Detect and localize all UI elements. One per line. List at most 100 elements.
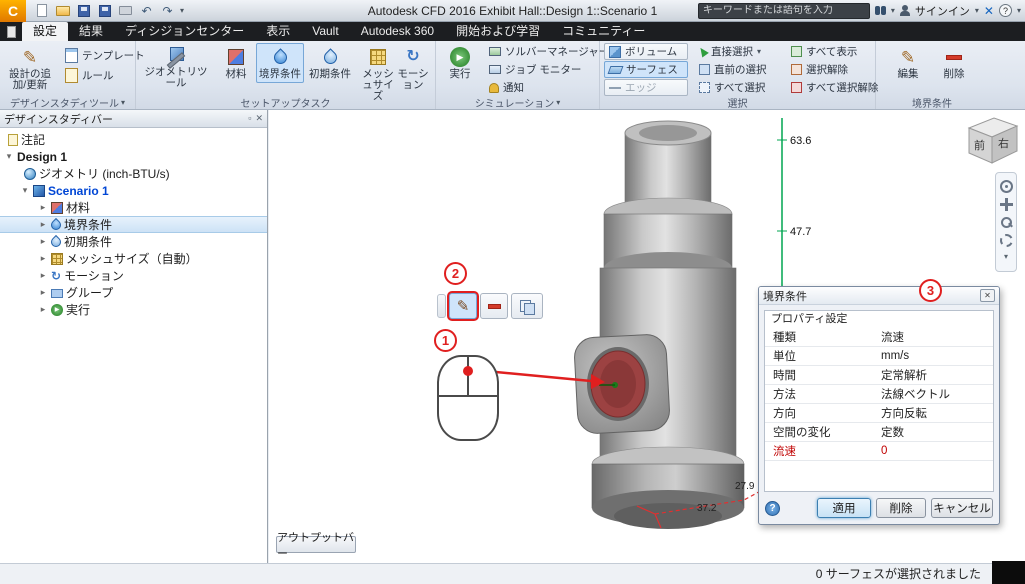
tree-item-materials[interactable]: ▸ 材料	[0, 199, 267, 216]
property-row-type[interactable]: 種類 流速	[765, 328, 993, 347]
panel-close-icon[interactable]: ✕	[255, 113, 263, 124]
direct-selection-button[interactable]: 直接選択 ▾	[694, 43, 766, 60]
qat-customize-icon[interactable]: ▾	[180, 6, 184, 15]
tree-item-scenario-1[interactable]: ▾ Scenario 1	[0, 182, 267, 199]
expander-icon[interactable]: ▸	[38, 202, 48, 213]
save-as-icon[interactable]	[96, 2, 113, 19]
tree-item-boundary-conditions[interactable]: ▸ 境界条件	[0, 216, 267, 233]
property-row-method[interactable]: 方法 法線ベクトル	[765, 385, 993, 404]
show-all-button[interactable]: すべて表示	[786, 43, 862, 60]
expander-icon[interactable]: ▸	[38, 219, 48, 230]
tab-view[interactable]: 表示	[255, 22, 301, 41]
sign-in-label[interactable]: サインイン	[915, 3, 970, 19]
expander-icon[interactable]: ▾	[4, 151, 14, 162]
property-value[interactable]: 流速	[877, 329, 904, 345]
open-folder-icon[interactable]	[54, 2, 71, 19]
output-bar-button[interactable]: アウトプットバー	[276, 536, 356, 553]
design-study-bar-header[interactable]: デザインスタディバー ▫ ✕	[0, 110, 267, 128]
cancel-button[interactable]: キャンセル	[931, 498, 993, 518]
property-row-direction[interactable]: 方向 方向反転	[765, 404, 993, 423]
dialog-close-icon[interactable]: ✕	[980, 289, 995, 302]
tree-item-geometry[interactable]: ジオメトリ (inch-BTU/s)	[0, 165, 267, 182]
deselect-all-button[interactable]: すべて選択解除	[786, 79, 883, 96]
property-row-unit[interactable]: 単位 mm/s	[765, 347, 993, 366]
select-volume-button[interactable]: ボリューム	[604, 43, 688, 60]
steering-wheel-icon[interactable]	[1000, 180, 1013, 193]
redo-icon[interactable]: ↷	[159, 2, 176, 19]
view-cube-right-label[interactable]: 右	[998, 136, 1009, 150]
user-icon[interactable]	[900, 5, 910, 16]
rule-button[interactable]: ルール	[60, 67, 119, 84]
delete-condition-button[interactable]: 削除	[876, 498, 926, 518]
view-cube-front-label[interactable]: 前	[974, 138, 985, 152]
property-value[interactable]: mm/s	[877, 350, 909, 362]
edit-condition-button[interactable]: ✎	[449, 293, 477, 319]
search-options-icon[interactable]: ▾	[891, 6, 895, 15]
tree-item-run[interactable]: ▸ ▶ 実行	[0, 301, 267, 318]
tab-vault[interactable]: Vault	[301, 22, 349, 41]
print-icon[interactable]	[117, 2, 134, 19]
expander-icon[interactable]: ▸	[38, 236, 48, 247]
zoom-icon[interactable]	[1000, 216, 1013, 229]
tab-get-started[interactable]: 開始および学習	[445, 22, 551, 41]
tab-setup[interactable]: 設定	[22, 22, 68, 41]
notification-button[interactable]: 通知	[484, 79, 529, 96]
search-binoculars-icon[interactable]	[875, 6, 886, 15]
tab-results[interactable]: 結果	[68, 22, 114, 41]
geometry-tools-button[interactable]: ジオメトリツール	[138, 43, 214, 92]
solver-manager-button[interactable]: ソルバーマネージャー	[484, 43, 614, 60]
tree-item-motion[interactable]: ▸ ↻ モーション	[0, 267, 267, 284]
search-input[interactable]	[699, 5, 869, 16]
exchange-apps-icon[interactable]: ✕	[984, 4, 994, 18]
save-icon[interactable]	[75, 2, 92, 19]
tab-autodesk-360[interactable]: Autodesk 360	[350, 22, 445, 41]
run-button[interactable]: ▶ 実行	[440, 43, 480, 83]
tab-decision-center[interactable]: ディシジョンセンター	[114, 22, 255, 41]
job-monitor-button[interactable]: ジョブ モニター	[484, 61, 586, 78]
remove-condition-button[interactable]	[480, 293, 508, 319]
expander-icon[interactable]: ▸	[38, 253, 48, 264]
property-row-flow-velocity[interactable]: 流速 0	[765, 442, 993, 461]
add-update-design-button[interactable]: ✎ 設計の追加/更新	[3, 43, 57, 94]
property-value[interactable]: 法線ベクトル	[877, 386, 950, 402]
previous-selection-button[interactable]: 直前の選択	[694, 61, 772, 78]
property-value[interactable]: 0	[877, 445, 887, 457]
expander-icon[interactable]: ▾	[20, 185, 30, 196]
search-box[interactable]	[698, 3, 870, 19]
apply-button[interactable]: 適用	[817, 498, 871, 518]
tab-community[interactable]: コミュニティー	[551, 22, 656, 41]
delete-button[interactable]: 削除	[934, 43, 974, 83]
tree-item-initial-conditions[interactable]: ▸ 初期条件	[0, 233, 267, 250]
edit-button[interactable]: ✎ 編集	[888, 43, 928, 83]
undo-icon[interactable]: ↶	[138, 2, 155, 19]
group-label-design-study-tools[interactable]: デザインスタディツール ▾	[0, 96, 135, 109]
material-button[interactable]: 材料	[218, 43, 254, 83]
dialog-help-button[interactable]: ?	[765, 501, 780, 516]
select-surface-button[interactable]: サーフェス	[604, 61, 688, 78]
property-row-spatial-variation[interactable]: 空間の変化 定数	[765, 423, 993, 442]
tree-item-groups[interactable]: ▸ グループ	[0, 284, 267, 301]
toolbar-grip[interactable]	[437, 294, 446, 318]
select-all-button[interactable]: すべて選択	[694, 79, 770, 96]
valve-model[interactable]	[574, 121, 744, 529]
property-value[interactable]: 定数	[877, 424, 904, 440]
dialog-title-bar[interactable]: 境界条件 ✕	[759, 287, 999, 305]
property-value[interactable]: 方向反転	[877, 405, 927, 421]
boundary-conditions-button[interactable]: 境界条件	[256, 43, 304, 83]
property-row-time[interactable]: 時間 定常解析	[765, 366, 993, 385]
expander-icon[interactable]: ▸	[38, 304, 48, 315]
initial-conditions-button[interactable]: 初期条件	[306, 43, 354, 83]
orbit-icon[interactable]	[1000, 234, 1013, 247]
property-value[interactable]: 定常解析	[877, 367, 927, 383]
view-cube[interactable]: 前 右	[969, 118, 1017, 163]
group-label-simulation[interactable]: シミュレーション ▾	[436, 96, 599, 109]
new-document-icon[interactable]	[33, 2, 50, 19]
help-icon[interactable]: ?	[999, 4, 1012, 17]
copy-condition-button[interactable]	[511, 293, 543, 319]
help-dropdown-icon[interactable]: ▾	[1017, 6, 1021, 15]
navbar-more-icon[interactable]: ▾	[1004, 252, 1008, 265]
motion-button[interactable]: ↻ モーション	[390, 43, 436, 94]
pan-icon[interactable]	[1000, 198, 1013, 211]
tree-item-design-1[interactable]: ▾ Design 1	[0, 148, 267, 165]
app-logo-icon[interactable]: C	[0, 0, 26, 22]
